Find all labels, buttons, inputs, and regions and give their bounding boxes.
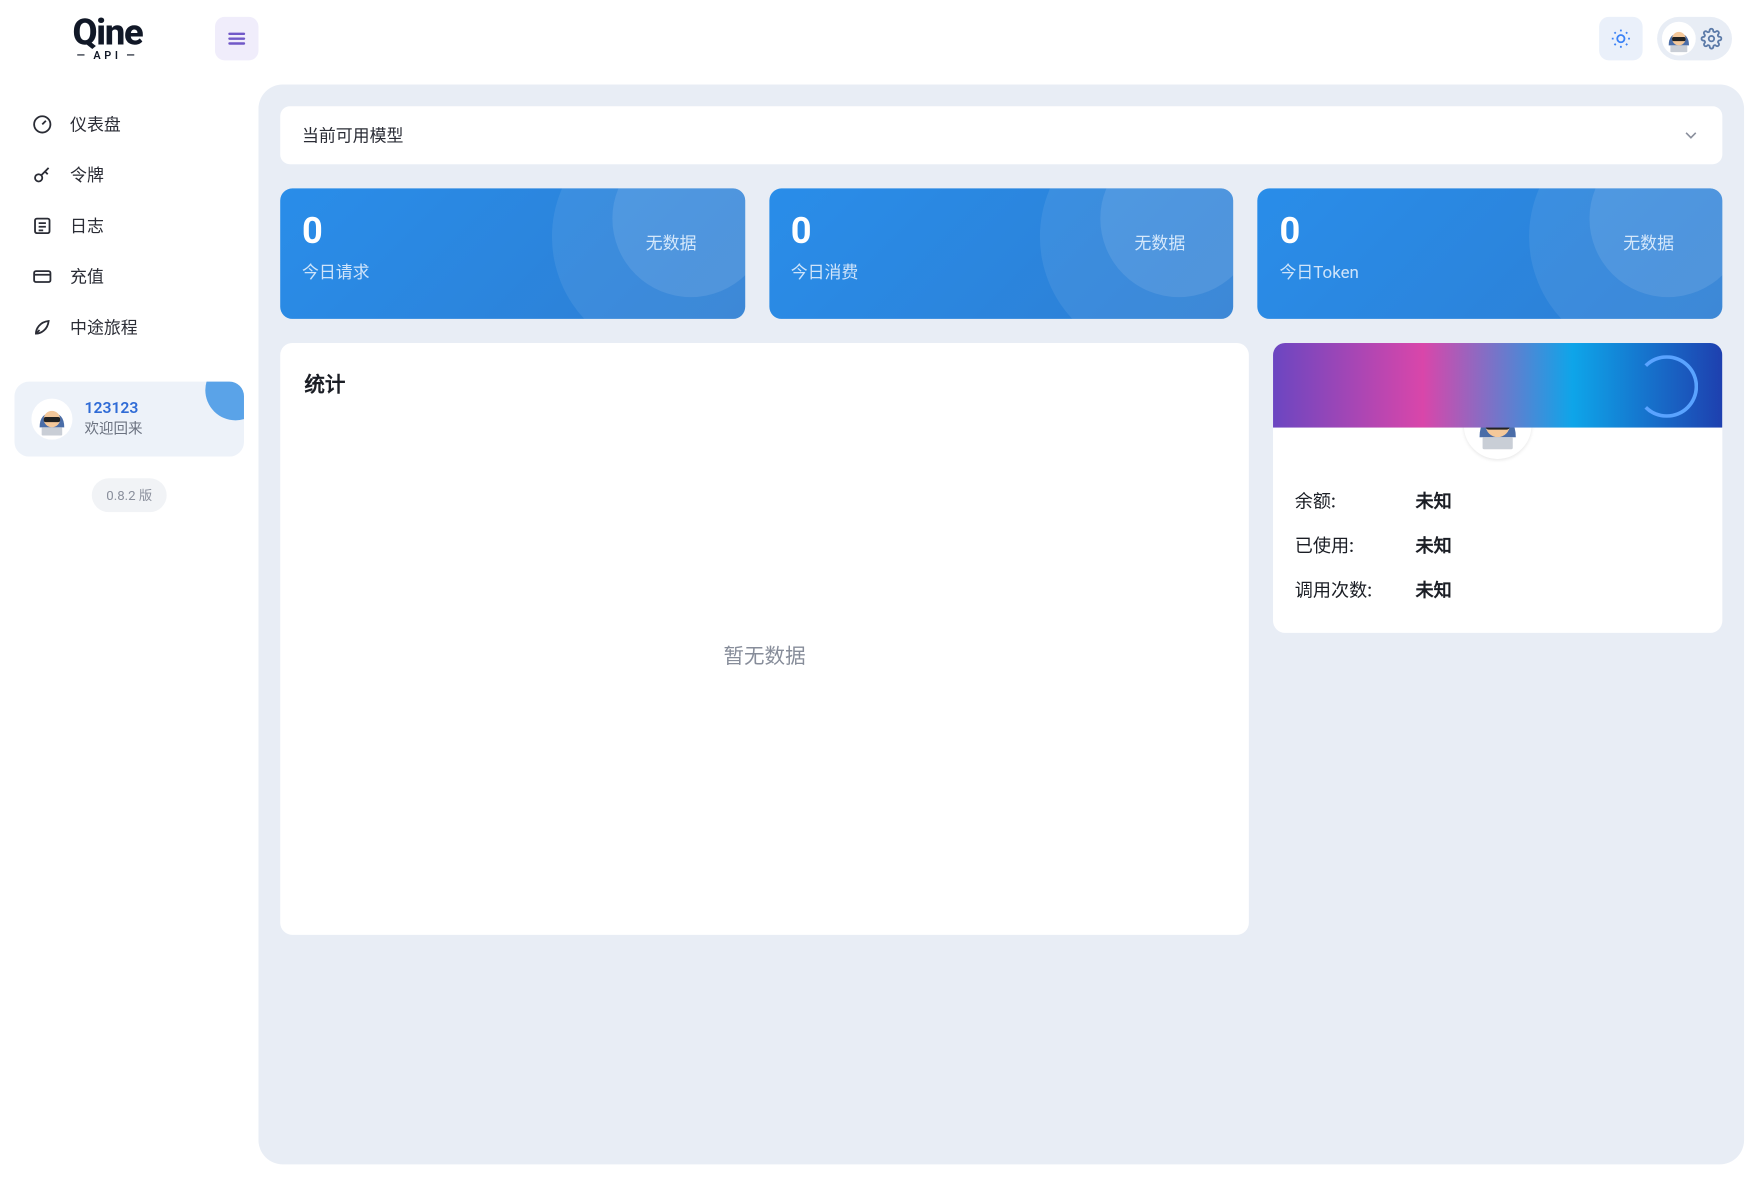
version-badge: 0.8.2 版 xyxy=(92,478,167,512)
logo[interactable]: Qine API xyxy=(0,15,215,62)
info-label: 调用次数: xyxy=(1295,577,1416,602)
user-card[interactable]: 123123 欢迎回来 xyxy=(14,382,243,457)
card-icon xyxy=(31,266,53,288)
stat-card-tokens: 0 今日Token 无数据 xyxy=(1258,188,1723,318)
avatar-icon xyxy=(1662,22,1696,56)
sidebar-item-dashboard[interactable]: 仪表盘 xyxy=(17,99,242,150)
stats-panel: 统计 暂无数据 xyxy=(280,343,1249,935)
info-label: 余额: xyxy=(1295,488,1416,513)
avatar-icon xyxy=(31,399,72,440)
sidebar-item-tokens[interactable]: 令牌 xyxy=(17,150,242,201)
sidebar-item-midjourney[interactable]: 中途旅程 xyxy=(17,302,242,353)
list-icon xyxy=(31,215,53,237)
stats-empty: 暂无数据 xyxy=(304,397,1224,910)
user-id: 123123 xyxy=(85,400,143,418)
chevron-down-icon xyxy=(1681,126,1700,145)
sidebar-item-label: 令牌 xyxy=(70,163,104,187)
stat-label: 今日消费 xyxy=(791,260,1212,284)
hamburger-icon xyxy=(227,29,246,48)
stat-nodata: 无数据 xyxy=(646,231,697,255)
stats-title: 统计 xyxy=(304,367,1224,397)
stat-nodata: 无数据 xyxy=(1135,231,1186,255)
menu-toggle-button[interactable] xyxy=(215,17,258,60)
profile-banner xyxy=(1273,343,1722,428)
logo-sub: API xyxy=(77,51,139,62)
main-content: 当前可用模型 0 今日请求 无数据 0 今日消费 无数据 0 今日Token 无… xyxy=(258,85,1744,1165)
theme-toggle-button[interactable] xyxy=(1599,17,1642,60)
dropdown-label: 当前可用模型 xyxy=(302,123,403,147)
sidebar: 仪表盘 令牌 日志 充值 中途旅程 12 xyxy=(0,0,258,1181)
sidebar-item-label: 充值 xyxy=(70,265,104,289)
stat-nodata: 无数据 xyxy=(1623,231,1674,255)
stat-card-spend: 0 今日消费 无数据 xyxy=(769,188,1234,318)
user-menu-button[interactable] xyxy=(1657,17,1732,60)
info-label: 已使用: xyxy=(1295,533,1416,558)
info-value: 未知 xyxy=(1416,533,1452,558)
profile-card: 余额: 未知 已使用: 未知 调用次数: 未知 xyxy=(1273,343,1722,633)
sidebar-item-label: 日志 xyxy=(70,214,104,238)
sidebar-item-label: 仪表盘 xyxy=(70,112,121,136)
stat-label: 今日Token xyxy=(1279,260,1700,284)
logo-main: Qine xyxy=(72,15,142,51)
sidebar-item-topup[interactable]: 充值 xyxy=(17,251,242,302)
topbar: Qine API xyxy=(0,0,1761,77)
gauge-icon xyxy=(31,114,53,136)
sun-icon xyxy=(1610,28,1632,50)
rocket-icon xyxy=(31,316,53,338)
info-value: 未知 xyxy=(1416,488,1452,513)
info-row-used: 已使用: 未知 xyxy=(1295,523,1701,568)
available-models-dropdown[interactable]: 当前可用模型 xyxy=(280,106,1722,164)
stat-label: 今日请求 xyxy=(302,260,723,284)
gear-icon xyxy=(1701,28,1723,50)
info-value: 未知 xyxy=(1416,577,1452,602)
key-icon xyxy=(31,164,53,186)
sidebar-item-label: 中途旅程 xyxy=(70,315,138,339)
info-row-calls: 调用次数: 未知 xyxy=(1295,568,1701,613)
info-row-balance: 余额: 未知 xyxy=(1295,478,1701,523)
stat-card-requests: 0 今日请求 无数据 xyxy=(280,188,745,318)
sidebar-item-logs[interactable]: 日志 xyxy=(17,200,242,251)
welcome-text: 欢迎回来 xyxy=(85,418,143,439)
